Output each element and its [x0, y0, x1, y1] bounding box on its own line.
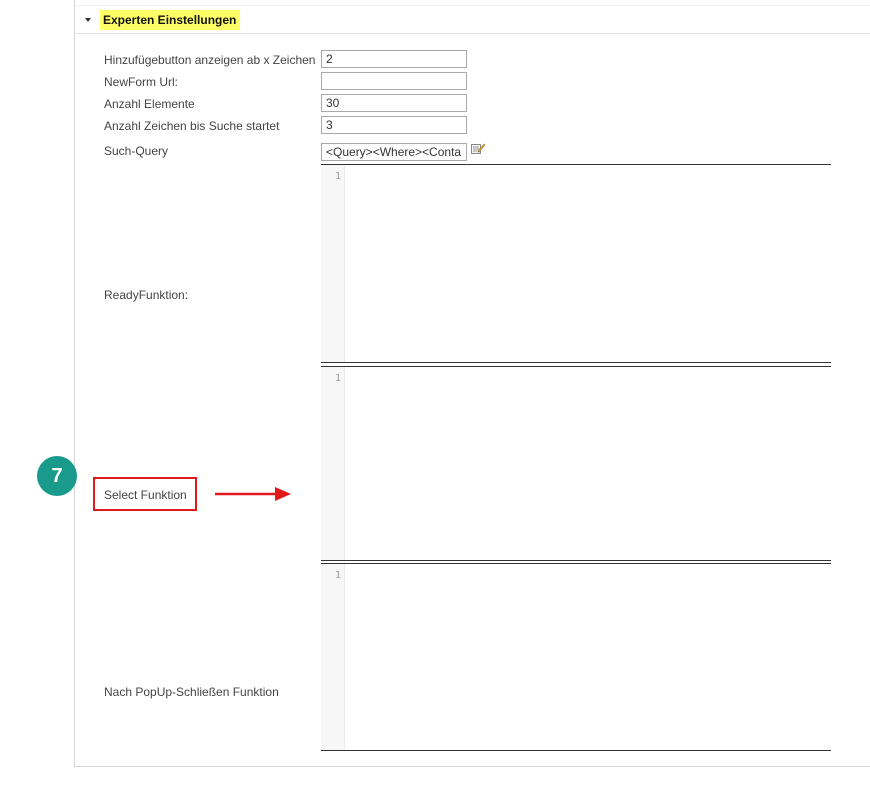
editor-bottom-border: [321, 362, 831, 363]
editor-top-border: [321, 366, 831, 367]
editor-bottom-border: [321, 750, 831, 751]
line-number: 1: [334, 373, 341, 384]
editor-top-border: [321, 164, 831, 165]
editor-gutter: 1: [321, 564, 345, 750]
section-header-divider: [74, 33, 870, 34]
editor-gutter: 1: [321, 165, 345, 362]
section-header-experten-einstellungen[interactable]: Experten Einstellungen: [82, 10, 241, 30]
line-number: 1: [334, 570, 341, 581]
newform-url-input[interactable]: [321, 72, 467, 90]
add-button-threshold-label: Hinzufügebutton anzeigen ab x Zeichen: [104, 53, 316, 67]
section-title: Experten Einstellungen: [100, 10, 241, 30]
popup-close-function-code-editor[interactable]: 1: [321, 563, 831, 752]
line-number: 1: [334, 171, 341, 182]
select-function-code-editor[interactable]: 1: [321, 366, 831, 563]
search-char-count-label: Anzahl Zeichen bis Suche startet: [104, 119, 280, 133]
panel-left-border: [74, 0, 75, 766]
select-function-highlight-box: [93, 477, 197, 511]
newform-url-label: NewForm Url:: [104, 75, 178, 89]
ready-function-label: ReadyFunktion:: [104, 288, 189, 302]
edit-pencil-icon[interactable]: [471, 142, 485, 155]
panel-bottom-border: [74, 766, 870, 767]
step-number-badge: 7: [37, 456, 77, 496]
editor-bottom-border: [321, 560, 831, 561]
search-query-input[interactable]: [321, 143, 467, 161]
ready-function-code-editor[interactable]: 1: [321, 164, 831, 365]
element-count-input[interactable]: [321, 94, 467, 112]
editor-top-border: [321, 563, 831, 564]
search-query-label: Such-Query: [104, 144, 169, 158]
popup-close-function-label: Nach PopUp-Schließen Funktion: [104, 685, 279, 699]
editor-gutter: 1: [321, 367, 345, 560]
search-char-count-input[interactable]: [321, 116, 467, 134]
panel-top-divider: [74, 5, 870, 6]
add-button-threshold-input[interactable]: [321, 50, 467, 68]
caret-down-icon[interactable]: [84, 16, 92, 24]
element-count-label: Anzahl Elemente: [104, 97, 195, 111]
arrow-right-icon: [215, 487, 291, 501]
